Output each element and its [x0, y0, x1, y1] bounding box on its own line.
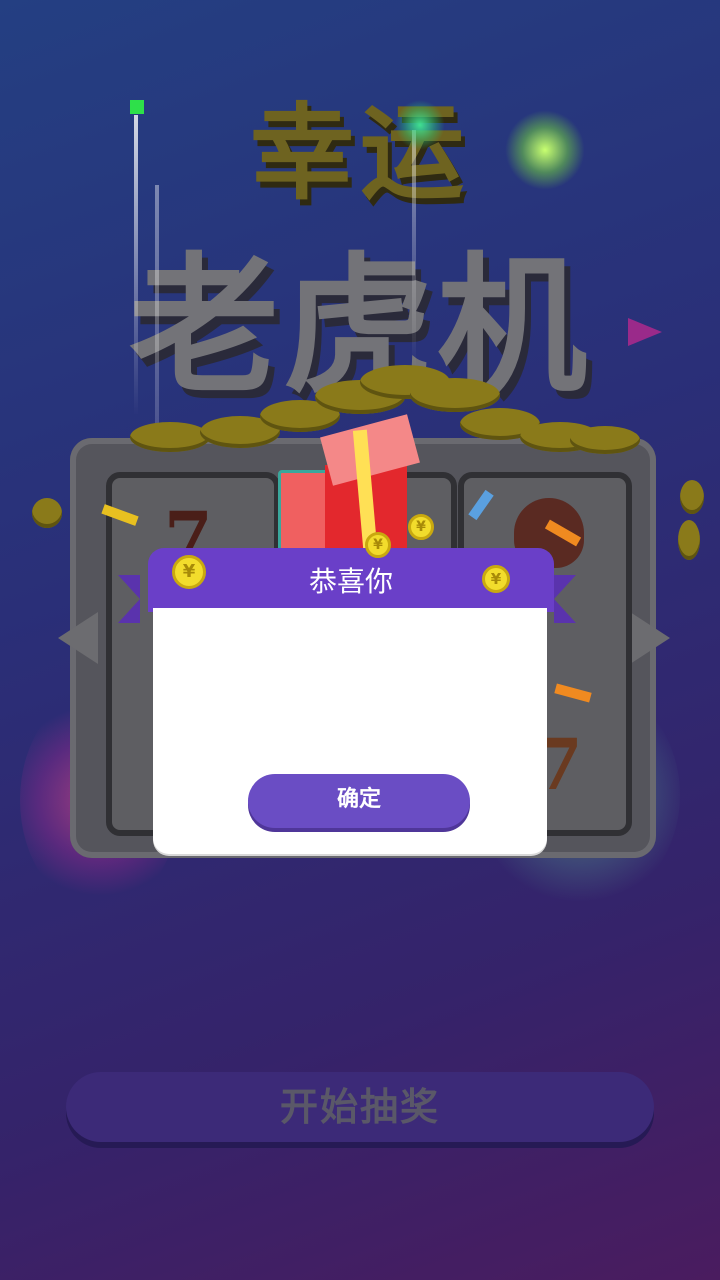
ribbon-tail-right [554, 575, 576, 623]
coin-icon: ¥ [482, 565, 510, 593]
confirm-button[interactable]: 确定 [248, 774, 470, 828]
firework-burst [505, 110, 585, 190]
coin-icon [32, 498, 62, 528]
firework-trail [412, 130, 416, 370]
start-draw-button[interactable]: 开始抽奖 [66, 1072, 654, 1142]
coin-icon: ¥ [172, 555, 206, 589]
ribbon-tail-left [118, 575, 140, 623]
coin-icon: ¥ [365, 532, 391, 558]
confetti [628, 318, 662, 346]
title-lucky: 幸运 [249, 92, 470, 214]
coin-icon [678, 520, 700, 560]
coin-icon [680, 480, 704, 514]
coin-icon: ¥ [408, 514, 434, 540]
arrow-left-icon [58, 612, 98, 664]
firework-spark [130, 100, 144, 114]
arrow-right-icon [630, 612, 670, 664]
firework-burst [395, 100, 445, 150]
